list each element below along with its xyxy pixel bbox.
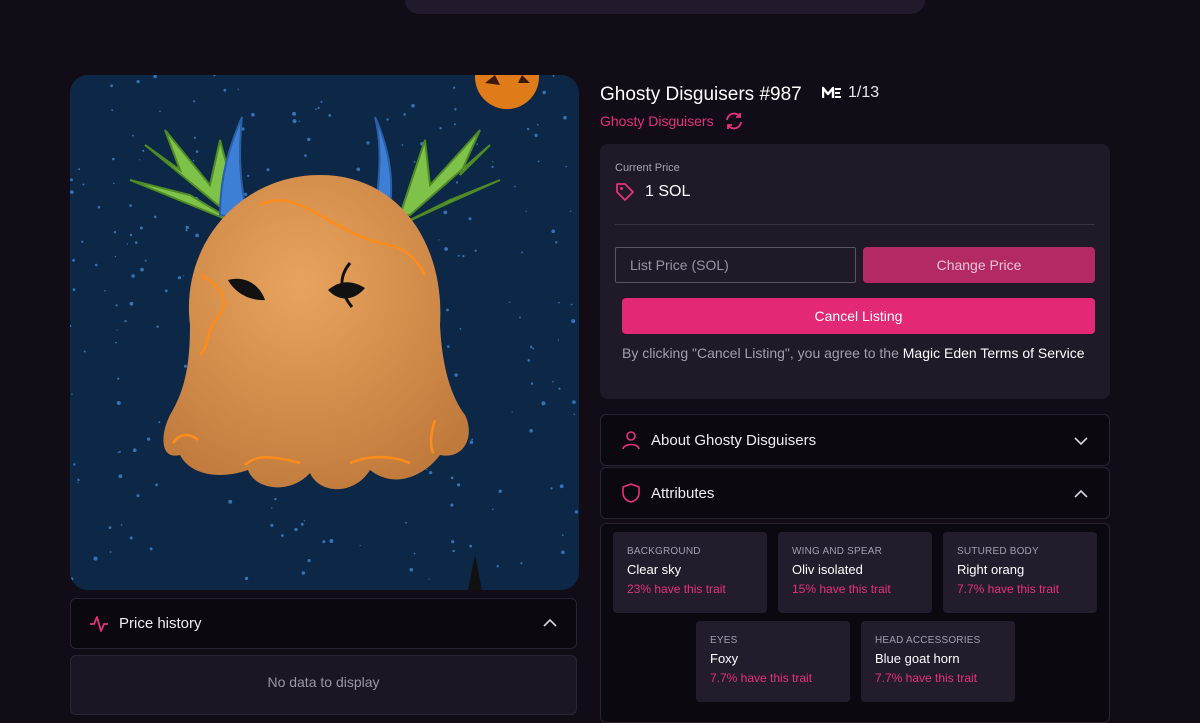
trait-value: Right orang [957,562,1025,577]
trait-card[interactable]: WING AND SPEAR Oliv isolated 15% have th… [778,532,932,613]
trait-type: BACKGROUND [627,546,701,557]
trait-rarity: 23% have this trait [627,582,726,596]
chevron-down-icon [1074,437,1088,446]
trait-type: EYES [710,635,738,646]
trait-type: WING AND SPEAR [792,546,883,557]
attributes-toggle[interactable]: Attributes [600,467,1110,519]
trait-card[interactable]: BACKGROUND Clear sky 23% have this trait [613,532,767,613]
price-history-toggle[interactable]: Price history [70,598,577,649]
magic-eden-icon [822,86,841,98]
trait-rarity: 7.7% have this trait [875,671,978,685]
price-history-label: Price history [119,615,202,632]
price-card: Current Price 1 SOL Change Price Cancel … [600,144,1110,399]
trait-card[interactable]: SUTURED BODY Right orang 7.7% have this … [943,532,1097,613]
trait-value: Clear sky [627,562,682,577]
chevron-up-icon [1074,489,1088,498]
price-tag-icon [616,183,634,201]
terms-text: By clicking "Cancel Listing", you agree … [622,345,903,361]
about-label: About Ghosty Disguisers [651,431,817,449]
cancel-listing-button[interactable]: Cancel Listing [622,298,1095,334]
collection-row: Ghosty Disguisers [600,111,744,131]
change-price-button[interactable]: Change Price [863,247,1095,283]
list-price-input[interactable] [615,247,856,283]
chevron-up-icon [543,618,557,627]
trait-rarity: 7.7% have this trait [957,582,1060,596]
refresh-icon[interactable] [724,111,744,131]
nft-image [70,75,579,590]
trait-type: SUTURED BODY [957,546,1039,557]
shield-icon [622,483,640,503]
trait-value: Foxy [710,651,739,666]
attributes-label: Attributes [651,484,715,502]
nft-title: Ghosty Disguisers #987 [600,84,802,105]
trait-type: HEAD ACCESSORIES [875,635,981,646]
divider [615,224,1095,225]
terms-notice: By clicking "Cancel Listing", you agree … [622,342,1092,364]
price-history-empty: No data to display [70,655,577,715]
trait-value: Oliv isolated [792,562,863,577]
terms-link[interactable]: Magic Eden Terms of Service [903,345,1085,361]
trait-rarity: 15% have this trait [792,582,891,596]
current-price: 1 SOL [615,182,690,202]
attributes-panel: BACKGROUND Clear sky 23% have this trait… [600,523,1110,723]
activity-icon [90,615,108,632]
rank-badge: 1/13 [822,84,879,102]
trait-value: Blue goat horn [875,651,960,666]
rank-value: 1/13 [848,84,880,101]
collection-link[interactable]: Ghosty Disguisers [600,113,714,129]
trait-rarity: 7.7% have this trait [710,671,813,685]
user-icon [622,431,640,450]
top-search-bar[interactable] [405,0,925,14]
about-collection-toggle[interactable]: About Ghosty Disguisers [600,414,1110,466]
current-price-label: Current Price [615,162,680,174]
current-price-value: 1 SOL [645,183,691,200]
